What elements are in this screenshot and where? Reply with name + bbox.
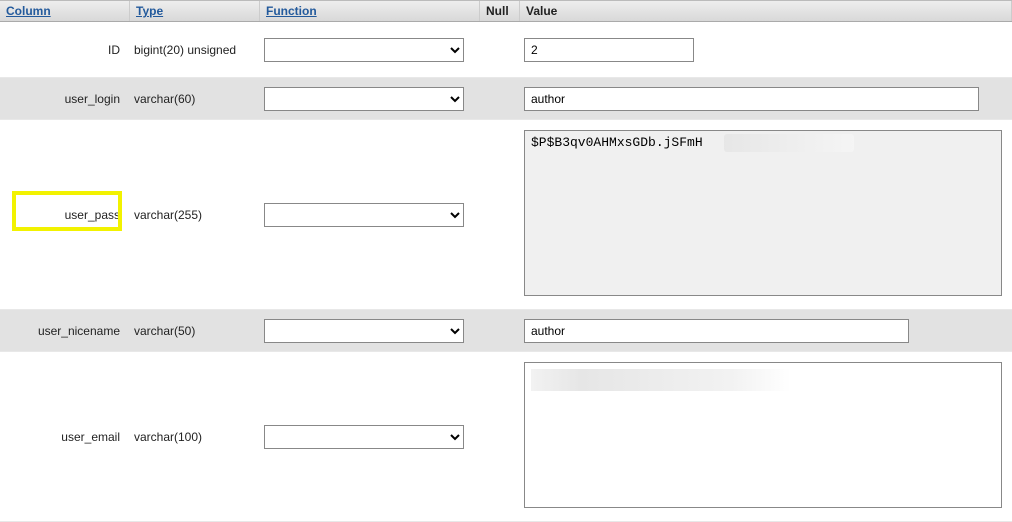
column-type: varchar(255) [130, 208, 260, 222]
function-select[interactable] [264, 319, 464, 343]
header-column[interactable]: Column [0, 1, 130, 21]
table-row: user_loginvarchar(60) [0, 78, 1012, 120]
function-select[interactable] [264, 203, 464, 227]
value-textarea[interactable] [524, 130, 1002, 296]
column-type: varchar(60) [130, 92, 260, 106]
function-select[interactable] [264, 38, 464, 62]
table-row: user_nicenamevarchar(50) [0, 310, 1012, 352]
table-row: IDbigint(20) unsigned [0, 22, 1012, 78]
header-value: Value [520, 1, 1012, 21]
table-row: user_passvarchar(255) [0, 120, 1012, 310]
header-function[interactable]: Function [260, 1, 480, 21]
column-type: varchar(100) [130, 430, 260, 444]
column-name: ID [0, 43, 130, 57]
value-input[interactable] [524, 38, 694, 62]
function-select[interactable] [264, 87, 464, 111]
header-type[interactable]: Type [130, 1, 260, 21]
column-type: bigint(20) unsigned [130, 43, 260, 57]
table-row: user_emailvarchar(100) [0, 352, 1012, 522]
value-input[interactable] [524, 319, 909, 343]
header-null: Null [480, 1, 520, 21]
column-name: user_nicename [0, 324, 130, 338]
column-name: user_pass [0, 208, 130, 222]
table-header: Column Type Function Null Value [0, 0, 1012, 22]
value-textarea[interactable] [524, 362, 1002, 508]
function-select[interactable] [264, 425, 464, 449]
column-type: varchar(50) [130, 324, 260, 338]
column-name: user_email [0, 430, 130, 444]
column-name: user_login [0, 92, 130, 106]
value-input[interactable] [524, 87, 979, 111]
